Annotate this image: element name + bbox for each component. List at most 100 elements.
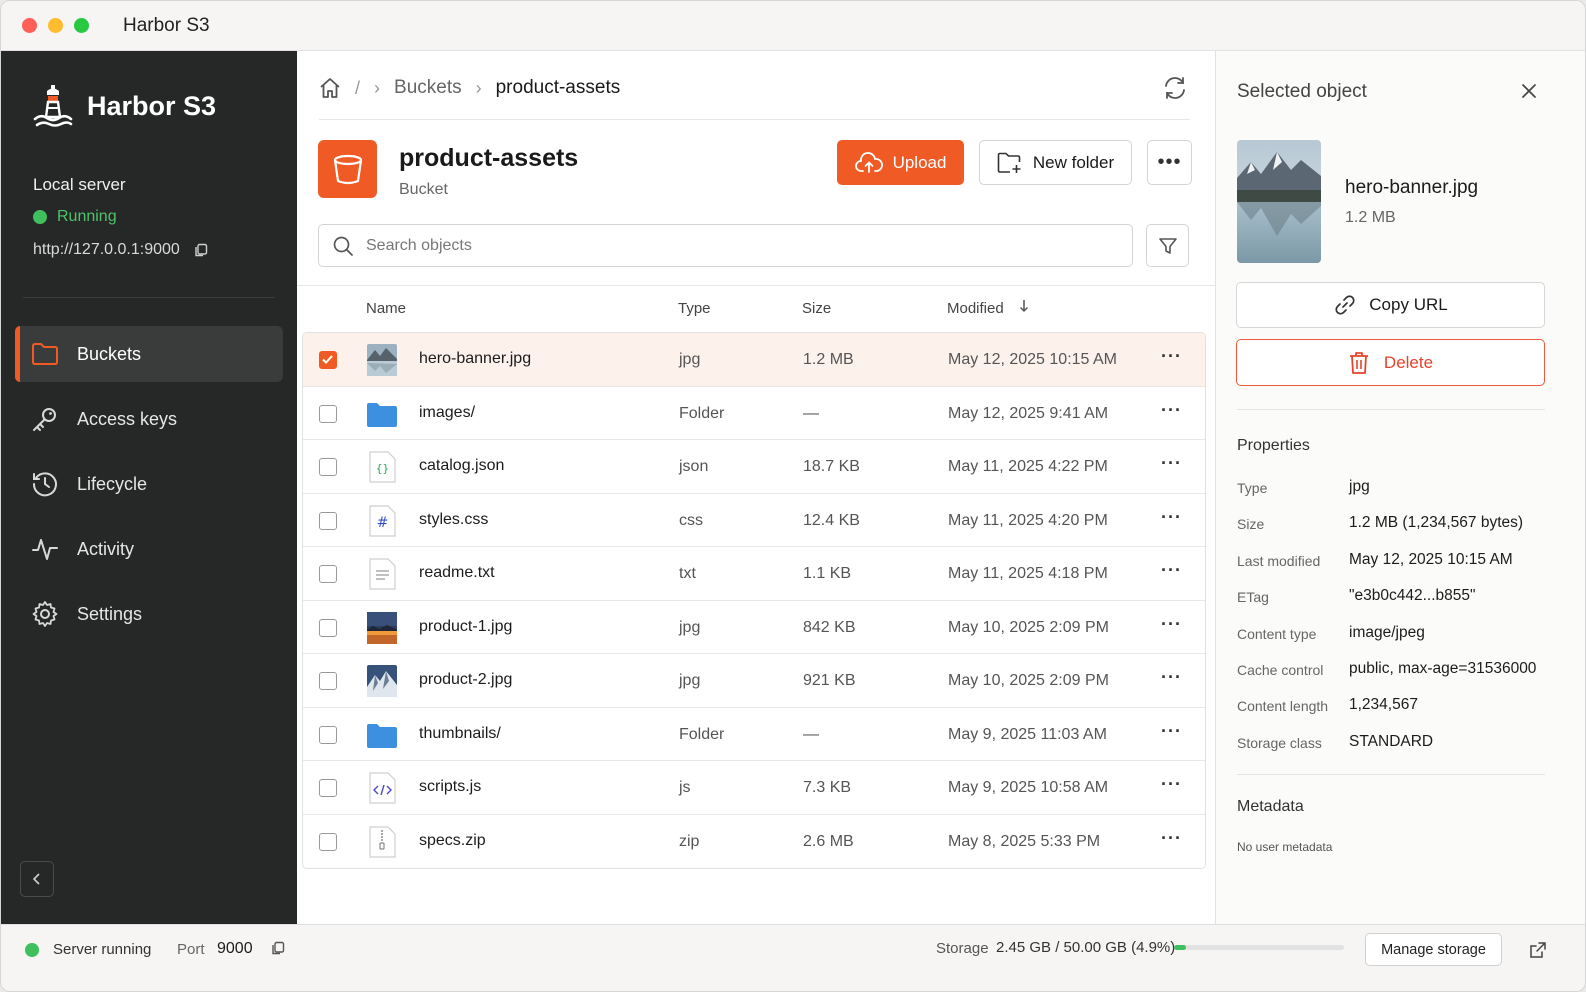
file-type: css — [679, 511, 703, 529]
key-icon — [33, 408, 56, 431]
table-row[interactable]: specs.zip zip 2.6 MB May 8, 2025 5:33 PM… — [303, 815, 1205, 869]
copy-icon[interactable] — [271, 941, 285, 955]
delete-button[interactable]: Delete — [1236, 339, 1545, 386]
row-more-icon[interactable]: ··· — [1161, 614, 1182, 635]
file-name[interactable]: images/ — [419, 404, 475, 422]
breadcrumb-buckets[interactable]: Buckets — [394, 77, 462, 99]
breadcrumb-root: / — [355, 77, 361, 98]
file-name[interactable]: specs.zip — [419, 832, 486, 850]
file-name[interactable]: catalog.json — [419, 457, 504, 475]
text-file-icon — [369, 558, 396, 590]
search-input[interactable] — [366, 236, 1066, 255]
column-size[interactable]: Size — [802, 300, 831, 317]
row-more-icon[interactable]: ··· — [1161, 667, 1182, 688]
external-link-icon[interactable] — [1529, 941, 1547, 959]
table-row[interactable]: hero-banner.jpg jpg 1.2 MB May 12, 2025 … — [303, 333, 1205, 387]
svg-text:#: # — [377, 515, 389, 531]
chevron-right-icon: › — [475, 77, 482, 98]
row-more-icon[interactable]: ··· — [1161, 721, 1182, 742]
table-row[interactable]: # styles.css css 12.4 KB May 11, 2025 4:… — [303, 494, 1205, 547]
row-checkbox[interactable] — [319, 672, 337, 690]
table-row[interactable]: product-1.jpg jpg 842 KB May 10, 2025 2:… — [303, 601, 1205, 654]
table-row[interactable]: {} catalog.json json 18.7 KB May 11, 202… — [303, 440, 1205, 494]
file-type: jpg — [679, 618, 701, 636]
filter-button[interactable] — [1146, 224, 1189, 267]
sidebar-item-access-keys[interactable]: Access keys — [15, 391, 283, 447]
json-file-icon: {} — [369, 451, 396, 483]
file-size: 18.7 KB — [803, 458, 860, 475]
column-name[interactable]: Name — [366, 300, 406, 317]
row-checkbox[interactable] — [319, 565, 337, 583]
title-bar: Harbor S3 — [1, 1, 1585, 51]
row-more-icon[interactable]: ··· — [1161, 560, 1182, 581]
row-checkbox[interactable] — [319, 351, 337, 369]
row-more-icon[interactable]: ··· — [1161, 507, 1182, 528]
property-key: Content type — [1237, 625, 1317, 642]
manage-storage-button[interactable]: Manage storage — [1365, 933, 1502, 966]
refresh-icon[interactable] — [1162, 75, 1188, 101]
upload-button[interactable]: Upload — [837, 140, 964, 185]
folder-icon — [367, 723, 397, 748]
column-modified[interactable]: Modified — [947, 300, 1004, 317]
properties-heading: Properties — [1237, 437, 1310, 454]
lighthouse-logo-icon — [33, 85, 73, 127]
row-checkbox[interactable] — [319, 618, 337, 637]
close-window-button[interactable] — [22, 18, 37, 33]
file-name[interactable]: readme.txt — [419, 564, 495, 582]
file-name[interactable]: product-1.jpg — [419, 618, 512, 636]
table-row[interactable]: scripts.js js 7.3 KB May 9, 2025 10:58 A… — [303, 761, 1205, 815]
row-checkbox[interactable] — [319, 779, 337, 797]
file-name[interactable]: styles.css — [419, 511, 488, 529]
file-name[interactable]: thumbnails/ — [419, 725, 501, 743]
table-row[interactable]: thumbnails/ Folder — May 9, 2025 11:03 A… — [303, 708, 1205, 761]
port-value: 9000 — [217, 940, 253, 957]
row-more-icon[interactable]: ··· — [1161, 346, 1182, 367]
sidebar-item-label: Lifecycle — [77, 473, 148, 494]
image-thumbnail-icon — [367, 611, 397, 644]
chevron-left-icon — [32, 873, 40, 885]
collapse-sidebar-button[interactable] — [20, 861, 54, 897]
row-more-icon[interactable]: ··· — [1161, 828, 1182, 849]
table-row[interactable]: product-2.jpg jpg 921 KB May 10, 2025 2:… — [303, 654, 1205, 708]
row-more-icon[interactable]: ··· — [1161, 453, 1182, 474]
row-checkbox[interactable] — [319, 404, 337, 423]
column-type[interactable]: Type — [678, 300, 711, 317]
minimize-window-button[interactable] — [48, 18, 63, 33]
server-running-text: Server running — [53, 941, 152, 958]
sort-descending-icon[interactable] — [1018, 298, 1030, 318]
home-icon[interactable] — [319, 77, 341, 99]
row-checkbox[interactable] — [319, 832, 337, 851]
file-name[interactable]: hero-banner.jpg — [419, 350, 531, 368]
sidebar-item-lifecycle[interactable]: Lifecycle — [15, 456, 283, 512]
copy-icon[interactable] — [194, 243, 208, 257]
table-row[interactable]: images/ Folder — May 12, 2025 9:41 AM ··… — [303, 387, 1205, 440]
property-row: ETag "e3b0c442...b855" — [1237, 577, 1567, 613]
copy-url-button[interactable]: Copy URL — [1236, 282, 1545, 328]
objects-table: hero-banner.jpg jpg 1.2 MB May 12, 2025 … — [302, 332, 1206, 869]
new-folder-button[interactable]: New folder — [979, 140, 1132, 185]
sidebar-item-label: Settings — [77, 603, 143, 624]
filter-icon — [1158, 237, 1177, 254]
more-actions-button[interactable]: ••• — [1147, 140, 1192, 185]
details-panel: Selected object hero-banner.jpg 1.2 MB C… — [1215, 51, 1585, 924]
property-row: Type jpg — [1237, 468, 1567, 504]
sidebar-item-activity[interactable]: Activity — [15, 521, 283, 577]
zoom-window-button[interactable] — [74, 18, 89, 33]
sidebar-item-settings[interactable]: Settings — [15, 586, 283, 642]
row-checkbox[interactable] — [319, 511, 337, 530]
link-icon — [1335, 295, 1355, 315]
row-more-icon[interactable]: ··· — [1161, 774, 1182, 795]
table-row[interactable]: readme.txt txt 1.1 KB May 11, 2025 4:18 … — [303, 547, 1205, 601]
property-row: Storage class STANDARD — [1237, 723, 1567, 759]
server-status: Running — [33, 208, 117, 226]
file-name[interactable]: product-2.jpg — [419, 671, 512, 689]
row-more-icon[interactable]: ··· — [1161, 400, 1182, 421]
row-checkbox[interactable] — [319, 725, 337, 744]
file-name[interactable]: scripts.js — [419, 778, 481, 796]
property-value: STANDARD — [1349, 732, 1434, 750]
sidebar-item-buckets[interactable]: Buckets — [15, 326, 283, 382]
close-icon[interactable] — [1519, 81, 1539, 101]
property-value: 1.2 MB (1,234,567 bytes) — [1349, 514, 1524, 532]
search-box — [318, 224, 1133, 267]
row-checkbox[interactable] — [319, 458, 337, 476]
